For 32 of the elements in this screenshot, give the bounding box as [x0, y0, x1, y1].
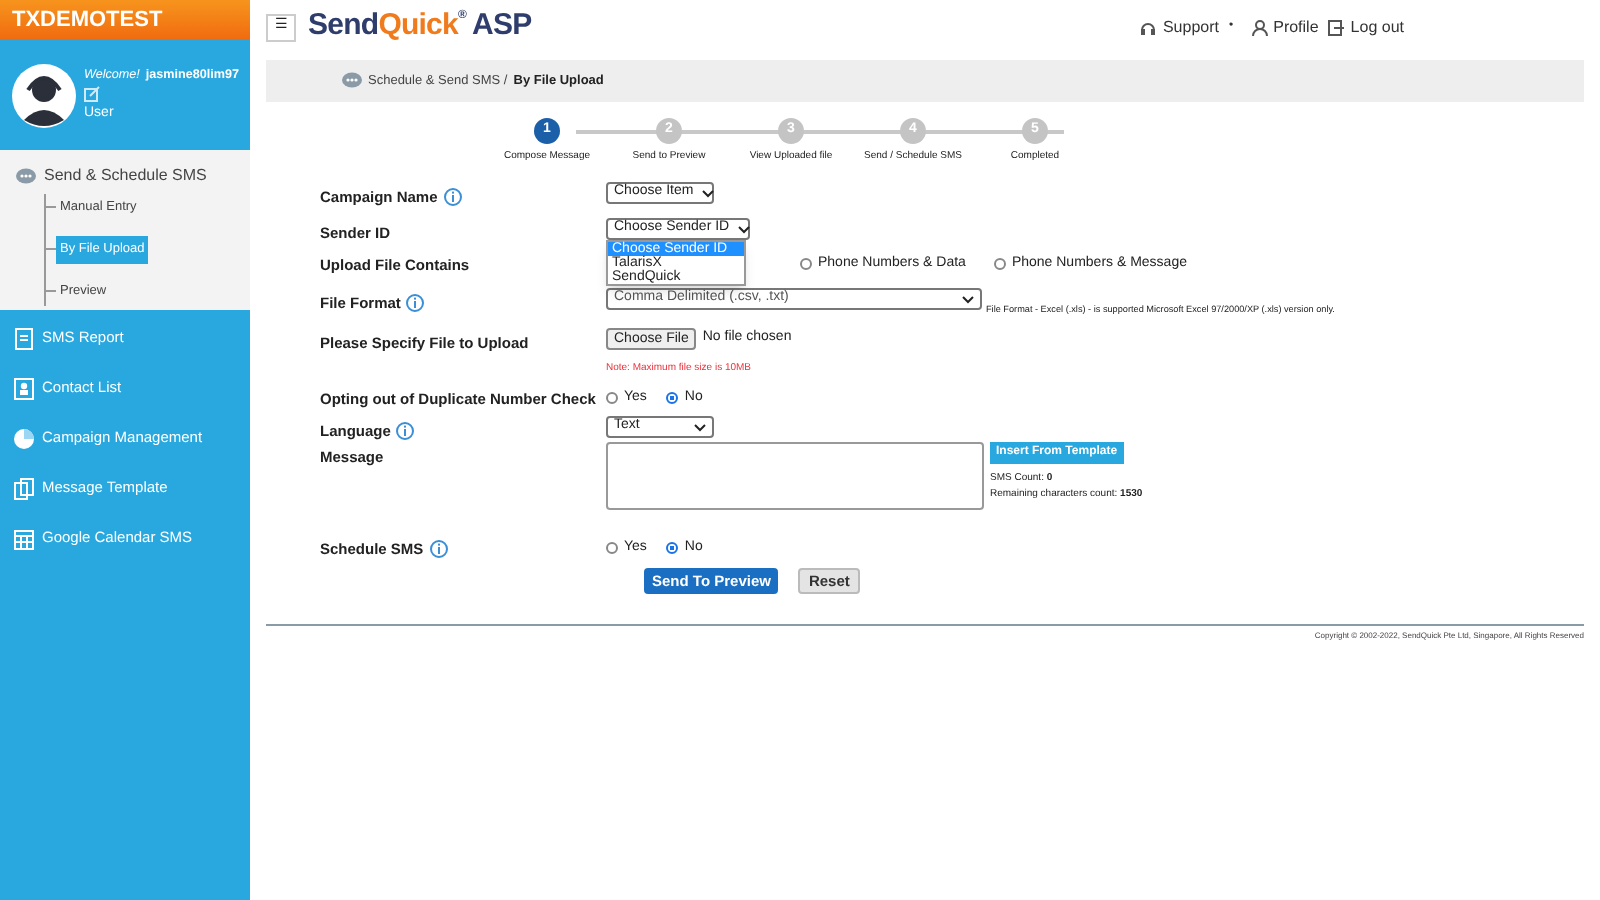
radio-button[interactable]	[606, 392, 618, 405]
profile-link[interactable]: Profile	[1251, 15, 1319, 39]
contact-card-icon	[14, 377, 34, 399]
caret-icon	[737, 225, 750, 233]
radio-button[interactable]	[993, 258, 1006, 271]
headset-icon	[1140, 19, 1157, 35]
calendar-icon	[14, 527, 34, 549]
chat-icon	[342, 72, 362, 90]
caret-icon	[701, 189, 714, 197]
report-icon	[14, 327, 34, 349]
radio-button[interactable]	[666, 542, 679, 555]
caret-icon	[962, 295, 974, 303]
logout-icon	[1328, 19, 1345, 35]
pie-chart-icon	[14, 427, 34, 449]
info-icon	[443, 188, 462, 207]
caret-icon	[694, 423, 706, 431]
chat-icon	[16, 167, 36, 185]
nav-section-title[interactable]: Send & Schedule SMS	[44, 164, 207, 188]
edit-icon[interactable]	[84, 85, 100, 102]
documents-icon	[14, 477, 34, 499]
logout-link[interactable]: Log out	[1328, 15, 1404, 39]
brand-name: TXDEMOTEST	[0, 0, 250, 40]
person-icon	[1251, 19, 1268, 35]
support-link[interactable]: Support	[1140, 15, 1219, 39]
radio-button[interactable]	[606, 542, 618, 555]
radio-button[interactable]	[800, 258, 812, 271]
info-icon	[429, 540, 448, 559]
info-icon	[396, 422, 415, 441]
avatar-icon	[12, 63, 76, 127]
radio-button[interactable]	[666, 392, 679, 405]
message-field[interactable]	[606, 442, 984, 510]
info-icon	[406, 294, 425, 313]
